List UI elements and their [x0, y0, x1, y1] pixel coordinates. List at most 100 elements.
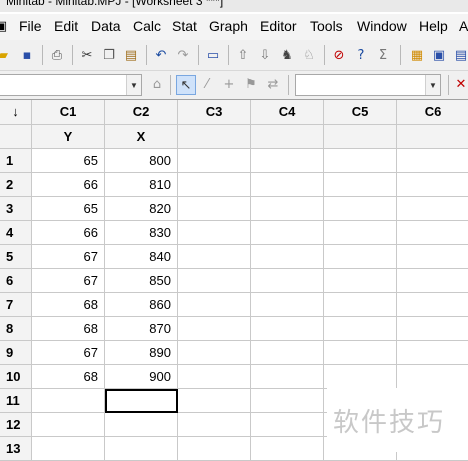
- table-cell[interactable]: [397, 293, 468, 317]
- table-cell[interactable]: [178, 173, 251, 197]
- table-cell[interactable]: [397, 173, 468, 197]
- table-cell[interactable]: 68: [32, 293, 105, 317]
- menu-stat[interactable]: Stat: [172, 18, 197, 34]
- help-icon[interactable]: ?: [352, 46, 370, 64]
- open-folder-icon[interactable]: ▰: [0, 46, 12, 64]
- row-header[interactable]: 10: [0, 365, 32, 389]
- chevron-down-icon[interactable]: ▼: [425, 75, 440, 95]
- table-cell[interactable]: [397, 365, 468, 389]
- column-header-3[interactable]: C3: [178, 100, 251, 125]
- column-name-1[interactable]: Y: [32, 125, 105, 149]
- app-menu-icon[interactable]: ▣: [0, 17, 10, 35]
- worksheet-icon[interactable]: ▦: [408, 46, 426, 64]
- select-pointer-icon[interactable]: ↖: [176, 75, 196, 95]
- table-cell[interactable]: 820: [105, 197, 178, 221]
- table-cell[interactable]: [178, 149, 251, 173]
- column-name-5[interactable]: [324, 125, 397, 149]
- table-cell[interactable]: 850: [105, 269, 178, 293]
- table-cell[interactable]: [251, 221, 324, 245]
- swap-icon[interactable]: ⇄: [264, 75, 282, 93]
- table-cell[interactable]: [324, 149, 397, 173]
- table-cell[interactable]: [324, 293, 397, 317]
- id-variables-combo[interactable]: ▼: [295, 74, 441, 96]
- table-cell[interactable]: 890: [105, 341, 178, 365]
- table-cell[interactable]: [178, 245, 251, 269]
- table-cell[interactable]: [251, 437, 324, 461]
- table-cell[interactable]: 65: [32, 149, 105, 173]
- row-header[interactable]: 3: [0, 197, 32, 221]
- tag-icon[interactable]: ⌂: [148, 75, 166, 93]
- table-cell[interactable]: 810: [105, 173, 178, 197]
- table-cell[interactable]: [397, 341, 468, 365]
- table-cell[interactable]: [251, 293, 324, 317]
- arrow-up-icon[interactable]: ⇧: [234, 46, 252, 64]
- table-cell[interactable]: [178, 221, 251, 245]
- flag-icon[interactable]: ⚑: [242, 75, 260, 93]
- session-window-icon[interactable]: ▭: [204, 46, 222, 64]
- row-header[interactable]: 5: [0, 245, 32, 269]
- save-icon[interactable]: ▪: [18, 46, 36, 64]
- layout-icon[interactable]: ▤: [452, 46, 468, 64]
- menu-calc[interactable]: Calc: [133, 18, 161, 34]
- menu-editor[interactable]: Editor: [260, 18, 297, 34]
- table-cell[interactable]: [178, 437, 251, 461]
- table-cell[interactable]: 860: [105, 293, 178, 317]
- table-cell[interactable]: 67: [32, 245, 105, 269]
- redo-icon[interactable]: ↷: [174, 46, 192, 64]
- table-cell[interactable]: [397, 221, 468, 245]
- table-cell[interactable]: [324, 197, 397, 221]
- row-header[interactable]: 1: [0, 149, 32, 173]
- row-header[interactable]: 13: [0, 437, 32, 461]
- table-cell[interactable]: 67: [32, 269, 105, 293]
- cut-icon[interactable]: ✂: [78, 46, 96, 64]
- table-cell[interactable]: [178, 269, 251, 293]
- table-cell[interactable]: [324, 269, 397, 293]
- table-cell[interactable]: [251, 413, 324, 437]
- table-cell[interactable]: [105, 413, 178, 437]
- brush-icon[interactable]: ⁄: [198, 75, 216, 93]
- table-cell[interactable]: [32, 413, 105, 437]
- table-cell[interactable]: [251, 389, 324, 413]
- graph-window-icon[interactable]: ▣: [430, 46, 448, 64]
- table-cell[interactable]: [178, 293, 251, 317]
- table-cell[interactable]: [32, 389, 105, 413]
- table-cell[interactable]: [251, 269, 324, 293]
- column-name-6[interactable]: [397, 125, 468, 149]
- cancel-icon[interactable]: ⊘: [330, 46, 348, 64]
- chevron-down-icon[interactable]: ▼: [126, 75, 141, 95]
- undo-icon[interactable]: ↶: [152, 46, 170, 64]
- row-header[interactable]: 9: [0, 341, 32, 365]
- column-name-2[interactable]: X: [105, 125, 178, 149]
- menu-more[interactable]: A: [459, 18, 468, 34]
- table-cell[interactable]: [251, 197, 324, 221]
- table-cell[interactable]: [251, 365, 324, 389]
- crosshair-icon[interactable]: +: [220, 75, 238, 93]
- table-cell[interactable]: [251, 149, 324, 173]
- close-icon[interactable]: ✕: [452, 75, 468, 93]
- table-cell[interactable]: [397, 269, 468, 293]
- table-cell[interactable]: [324, 221, 397, 245]
- table-cell[interactable]: 840: [105, 245, 178, 269]
- replace-icon[interactable]: ♘: [300, 46, 318, 64]
- menu-data[interactable]: Data: [91, 18, 121, 34]
- row-header[interactable]: 11: [0, 389, 32, 413]
- print-icon[interactable]: ⎙: [48, 46, 66, 64]
- table-cell[interactable]: 65: [32, 197, 105, 221]
- sigma-icon[interactable]: Σ: [374, 46, 392, 64]
- column-header-6[interactable]: C6: [397, 100, 468, 125]
- row-header[interactable]: 6: [0, 269, 32, 293]
- table-cell[interactable]: [178, 341, 251, 365]
- table-cell[interactable]: 870: [105, 317, 178, 341]
- column-name-3[interactable]: [178, 125, 251, 149]
- table-cell[interactable]: [397, 149, 468, 173]
- table-cell[interactable]: [178, 317, 251, 341]
- column-header-1[interactable]: C1: [32, 100, 105, 125]
- find-icon[interactable]: ♞: [278, 46, 296, 64]
- table-cell[interactable]: [251, 245, 324, 269]
- table-cell[interactable]: [397, 245, 468, 269]
- table-cell[interactable]: 68: [32, 365, 105, 389]
- table-cell[interactable]: [324, 341, 397, 365]
- table-cell[interactable]: 66: [32, 221, 105, 245]
- copy-icon[interactable]: ❐: [100, 46, 118, 64]
- table-cell[interactable]: [397, 317, 468, 341]
